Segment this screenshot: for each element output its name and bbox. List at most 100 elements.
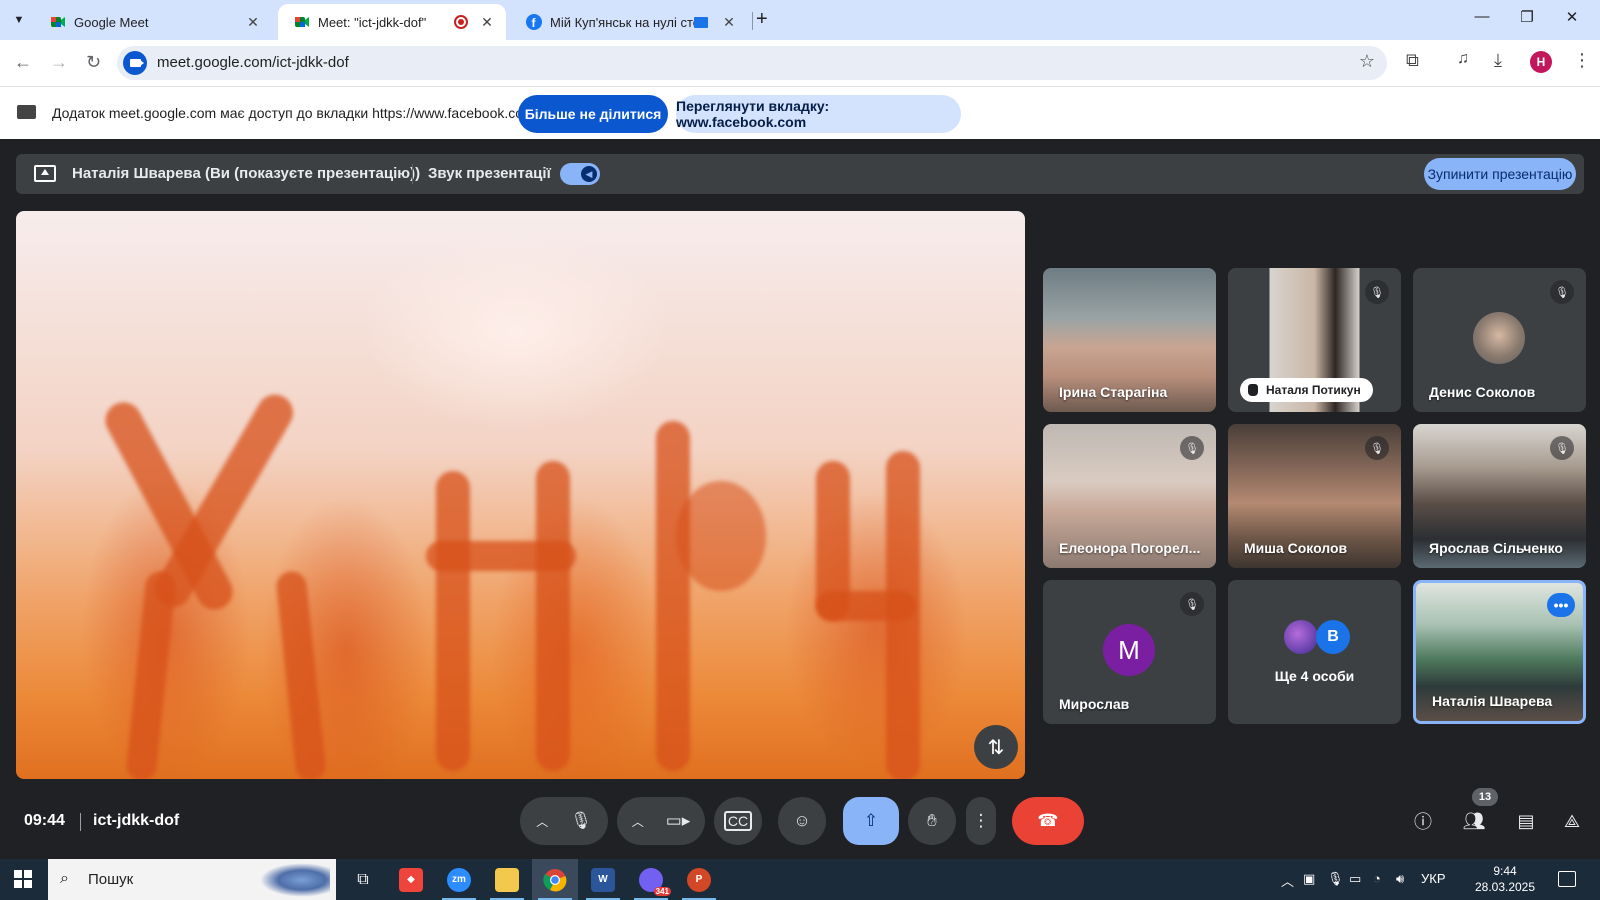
restore-window-icon[interactable]: ❐ [1512, 8, 1542, 26]
windows-start-icon[interactable] [14, 870, 32, 888]
viber-unread-badge: 341 [653, 886, 671, 896]
participant-name-pill: Наталя Потикун [1240, 378, 1373, 402]
meeting-clock: 09:44 [24, 812, 65, 829]
meeting-info-divider [80, 813, 81, 831]
close-window-icon[interactable]: ✕ [1557, 8, 1587, 26]
chrome-app-icon[interactable] [532, 859, 578, 900]
microphone-icon[interactable]: 🎙︎ [570, 811, 592, 831]
meeting-details-info-icon[interactable]: ⓘ [1409, 807, 1437, 835]
bookmark-star-icon[interactable]: ☆ [1359, 51, 1375, 72]
people-icon[interactable]: 👥︎ [1460, 807, 1488, 835]
forward-arrow-icon[interactable]: → [50, 52, 68, 73]
meet-tray-icon[interactable]: ▣ [1303, 871, 1315, 887]
hand-icon: ✋︎ [927, 811, 937, 830]
raised-hand-icon [1248, 384, 1258, 396]
viber-app-icon[interactable]: 341 [628, 859, 674, 900]
hang-up-phone-icon: ☎ [1037, 811, 1059, 830]
reload-icon[interactable]: ↻ [86, 52, 101, 73]
muted-mic-icon: 🎙︎ [1550, 436, 1574, 460]
profile-avatar[interactable]: Н [1530, 51, 1552, 73]
windows-taskbar: ⌕ Пошук ⧉ ◆ zm W 341 P ︿ ▣ 🎙︎ ▭ ◔ 🔊︎ УКР… [0, 859, 1600, 900]
file-explorer-icon[interactable] [484, 859, 530, 900]
sharing-message: Додаток meet.google.com має доступ до вк… [52, 105, 535, 121]
captions-button[interactable]: CC [714, 797, 762, 845]
back-arrow-icon[interactable]: ← [14, 52, 32, 73]
raise-hand-button[interactable]: ✋︎ [908, 797, 956, 845]
self-participant-tile[interactable]: ••• Наталія Шварева [1413, 580, 1586, 724]
view-shared-tab-button[interactable]: Переглянути вкладку: www.facebook.com [676, 95, 961, 133]
taskbar-search-box[interactable]: ⌕ Пошук [48, 859, 336, 900]
painted-stroke [656, 421, 690, 771]
anydesk-app-icon[interactable]: ◆ [388, 859, 434, 900]
audio-options-chevron-icon[interactable]: ︿ [536, 813, 548, 830]
presentation-audio-toggle[interactable]: ◀ [560, 163, 600, 185]
camera-icon[interactable]: ▭▸ [666, 811, 691, 831]
site-info-camera-icon[interactable] [123, 51, 147, 75]
painted-stroke [436, 471, 470, 771]
notification-center-icon[interactable] [1558, 871, 1576, 887]
participant-tile[interactable]: 🎙︎ Ярослав Сільченко [1413, 424, 1586, 568]
stop-presenting-button[interactable]: Зупинити презентацію [1424, 158, 1576, 190]
tab-close-icon[interactable]: ✕ [720, 14, 738, 31]
input-language[interactable]: УКР [1421, 871, 1446, 886]
painted-stroke [275, 570, 327, 779]
present-screen-button[interactable]: ⇧ [843, 797, 899, 845]
participant-tile[interactable]: 🎙︎ Наталя Потикун [1228, 268, 1401, 412]
participant-tile[interactable]: М 🎙︎ Мирослав [1043, 580, 1216, 724]
chat-icon[interactable]: ▤ [1512, 807, 1540, 835]
recording-indicator-icon [454, 15, 468, 29]
stop-sharing-button[interactable]: Більше не ділитися [518, 95, 668, 133]
minimize-window-icon[interactable]: — [1467, 8, 1497, 25]
microphone-tray-icon[interactable]: 🎙︎ [1327, 871, 1344, 887]
zoom-app-icon[interactable]: zm [436, 859, 482, 900]
downloads-icon[interactable]: ⤓ [1494, 50, 1502, 71]
emoji-icon: ☺ [793, 811, 811, 830]
swap-layout-arrows-icon[interactable]: ⇅ [974, 725, 1018, 769]
microphone-control-group: ︿ 🎙︎ [520, 797, 608, 845]
participant-tile[interactable]: Ірина Старагіна [1043, 268, 1216, 412]
participant-name: Миша Соколов [1244, 540, 1348, 556]
google-meet-favicon-icon [51, 17, 65, 27]
battery-icon[interactable]: ▭ [1349, 871, 1361, 887]
camera-control-group: ︿ ▭▸ [617, 797, 705, 845]
participant-tile[interactable]: 🎙︎ Миша Соколов [1228, 424, 1401, 568]
volume-icon[interactable]: 🔊︎ [1396, 871, 1404, 887]
participant-tile[interactable]: 🎙︎ Денис Соколов [1413, 268, 1586, 412]
new-tab-plus-icon[interactable]: + [756, 8, 768, 31]
powerpoint-app-icon[interactable]: P [676, 859, 722, 900]
word-app-icon[interactable]: W [580, 859, 626, 900]
tab-close-icon[interactable]: ✕ [478, 14, 496, 31]
browser-tab-strip: ▼ Google Meet ✕ Meet: "ict-jdkk-dof" ✕ f… [0, 0, 1600, 40]
participant-tile[interactable]: 🎙︎ Елеонора Погорел... [1043, 424, 1216, 568]
shared-screen-stage: ⇅ [16, 211, 1025, 779]
muted-mic-icon: 🎙︎ [1180, 592, 1204, 616]
wifi-icon[interactable]: ◔ [1373, 871, 1381, 886]
muted-mic-icon: 🎙︎ [1180, 436, 1204, 460]
tab-close-icon[interactable]: ✕ [244, 14, 262, 31]
search-placeholder: Пошук [88, 871, 134, 888]
participant-initial-avatar: В [1316, 620, 1350, 654]
extensions-puzzle-icon[interactable]: ⧉ [1406, 50, 1419, 71]
task-view-icon[interactable]: ⧉ [340, 859, 386, 900]
activities-shapes-icon[interactable]: ⟁ [1558, 807, 1586, 835]
address-url[interactable]: meet.google.com/ict-jdkk-dof [157, 54, 349, 71]
more-participants-tile[interactable]: В Ще 4 особи [1228, 580, 1401, 724]
participant-avatar [1284, 620, 1318, 654]
show-hidden-icons-chevron-icon[interactable]: ︿ [1281, 871, 1294, 890]
more-options-button[interactable]: ⋮ [966, 797, 996, 845]
leave-call-button[interactable]: ☎ [1012, 797, 1084, 845]
tab-title: Meet: "ict-jdkk-dof" [318, 14, 427, 30]
participant-name: Елеонора Погорел... [1059, 540, 1201, 556]
chrome-menu-kebab-icon[interactable]: ⋮ [1573, 50, 1591, 71]
tab-facebook[interactable]: f Мій Куп'янськ на нулі стоїть ✕ [510, 4, 748, 40]
system-clock[interactable]: 9:44 28.03.2025 [1470, 863, 1540, 895]
reactions-button[interactable]: ☺ [778, 797, 826, 845]
tab-search-chevron-icon[interactable]: ▼ [6, 8, 32, 32]
more-options-icon[interactable]: ••• [1547, 593, 1575, 617]
presenting-icon [34, 165, 56, 182]
video-options-chevron-icon[interactable]: ︿ [632, 813, 644, 830]
media-controls-icon[interactable]: ♫ [1457, 50, 1469, 68]
tab-google-meet[interactable]: Google Meet ✕ [34, 4, 272, 40]
address-bar[interactable]: meet.google.com/ict-jdkk-dof ☆ [117, 46, 1387, 80]
tab-meet-call[interactable]: Meet: "ict-jdkk-dof" ✕ [278, 4, 506, 40]
